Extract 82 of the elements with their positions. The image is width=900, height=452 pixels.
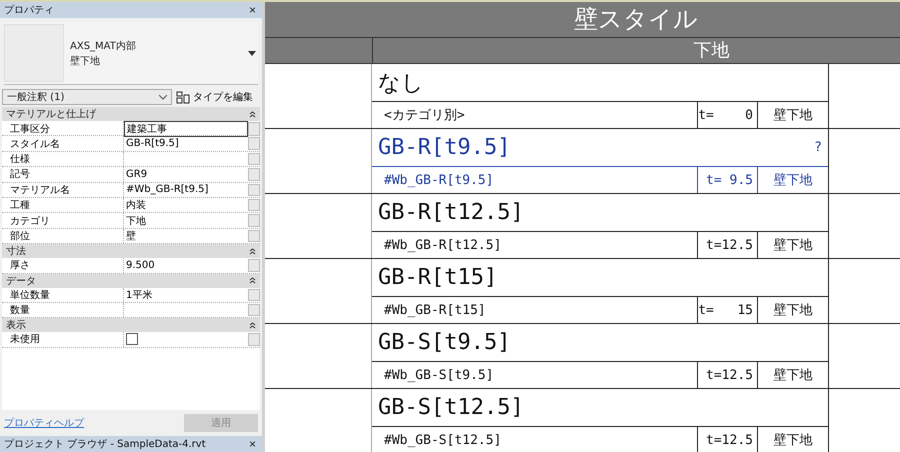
parameter-button[interactable]	[248, 259, 260, 272]
property-group-header[interactable]: データ	[2, 274, 260, 288]
property-label: カテゴリ	[2, 213, 124, 228]
category-cell[interactable]: 壁下地	[757, 362, 828, 388]
category-cell[interactable]: 壁下地	[757, 102, 828, 128]
material-cell[interactable]: #Wb_GB-S[t12.5]	[372, 427, 697, 452]
thickness-cell[interactable]: t=12.5	[697, 427, 757, 452]
property-value: #Wb_GB-R[t9.5]	[125, 183, 210, 197]
category-cell[interactable]: 壁下地	[757, 427, 828, 452]
style-name-cell[interactable]: GB-S[t9.5]	[372, 324, 828, 362]
style-name-cell[interactable]: GB-R[t15]	[372, 259, 828, 297]
category-cell[interactable]: 壁下地	[757, 167, 828, 193]
edit-type-icon	[176, 90, 190, 104]
chevron-down-icon	[159, 94, 167, 100]
dropdown-caret-icon	[248, 50, 256, 56]
material-cell[interactable]: #Wb_GB-R[t12.5]	[372, 232, 697, 258]
parameter-button[interactable]	[248, 168, 260, 181]
thickness-cell[interactable]: t=12.5	[697, 362, 757, 388]
parameter-button[interactable]	[248, 184, 260, 196]
thickness-cell[interactable]: t= 9.5	[697, 167, 757, 193]
parameter-button[interactable]	[248, 230, 260, 242]
property-value: GB-R[t9.5]	[125, 137, 180, 151]
parameter-button[interactable]	[248, 198, 260, 212]
project-browser-title: プロジェクト ブラウザ - SampleData-4.rvt	[4, 438, 206, 451]
type-name: 壁下地	[70, 54, 101, 68]
parameter-button[interactable]	[248, 152, 260, 166]
property-value: 壁	[125, 230, 137, 244]
material-cell[interactable]: <カテゴリ別>	[372, 102, 697, 128]
material-cell[interactable]: #Wb_GB-R[t15]	[372, 297, 697, 323]
style-name-cell[interactable]: GB-R[t12.5]	[372, 194, 828, 232]
properties-help-link[interactable]: プロパティヘルプ	[4, 416, 84, 430]
edit-type-button[interactable]: タイプを編集	[176, 90, 253, 104]
property-value: GR9	[125, 168, 148, 182]
style-name-cell[interactable]: なし	[372, 64, 828, 102]
collapse-icon[interactable]	[249, 110, 256, 118]
property-label: 部位	[2, 228, 124, 244]
property-label: 単位数量	[2, 288, 124, 302]
property-value: 内装	[125, 198, 147, 212]
property-label: 工種	[2, 198, 124, 212]
close-button[interactable]: ×	[246, 4, 258, 16]
property-label: 厚さ	[2, 258, 124, 273]
schedule-title: 壁スタイル	[573, 4, 699, 35]
status-mark: ?	[814, 140, 822, 155]
property-label: 工事区分	[2, 121, 124, 137]
material-cell[interactable]: #Wb_GB-R[t9.5]	[372, 167, 697, 193]
style-name-cell[interactable]: GB-R[t9.5] ?	[372, 129, 828, 167]
parameter-button[interactable]	[248, 122, 260, 136]
property-group-header[interactable]: 寸法	[2, 244, 260, 258]
checkbox[interactable]	[126, 333, 138, 346]
property-label: 未使用	[2, 332, 124, 347]
type-selector[interactable]: AXS_MAT内部 壁下地	[4, 22, 258, 85]
category-cell[interactable]: 壁下地	[757, 297, 828, 323]
parameter-button[interactable]	[248, 304, 260, 316]
category-cell[interactable]: 壁下地	[757, 232, 828, 258]
instance-filter-dropdown[interactable]: 一般注釈 (1)	[2, 89, 172, 105]
property-label: 仕様	[2, 152, 124, 166]
column-group-header: 下地	[372, 37, 900, 63]
parameter-button[interactable]	[248, 288, 260, 301]
property-value-field[interactable]: 建築工事	[124, 121, 248, 137]
parameter-button[interactable]	[248, 137, 260, 150]
thickness-cell[interactable]: t=12.5	[697, 232, 757, 258]
thickness-cell[interactable]: t= 15	[697, 297, 757, 323]
collapse-icon[interactable]	[249, 322, 256, 329]
collapse-icon[interactable]	[249, 277, 256, 284]
close-button[interactable]: ×	[246, 438, 258, 450]
property-label: 記号	[2, 167, 124, 182]
property-value: 1平米	[125, 288, 154, 302]
property-value: 下地	[125, 214, 147, 228]
property-label: マテリアル名	[2, 182, 124, 197]
thickness-cell[interactable]: t= 0	[697, 102, 757, 128]
property-group-header[interactable]: マテリアルと仕上げ	[2, 107, 260, 121]
property-label: スタイル名	[2, 136, 124, 151]
parameter-button[interactable]	[248, 214, 260, 227]
property-value: 9.500	[125, 258, 156, 273]
parameter-button[interactable]	[248, 333, 260, 346]
property-group-header[interactable]: 表示	[2, 318, 260, 332]
panel-title: プロパティ	[4, 4, 54, 17]
family-name: AXS_MAT内部	[70, 40, 137, 52]
collapse-icon[interactable]	[249, 248, 256, 255]
property-label: 数量	[2, 302, 124, 318]
material-cell[interactable]: #Wb_GB-S[t9.5]	[372, 362, 697, 388]
style-name-cell[interactable]: GB-S[t12.5]	[372, 389, 828, 427]
